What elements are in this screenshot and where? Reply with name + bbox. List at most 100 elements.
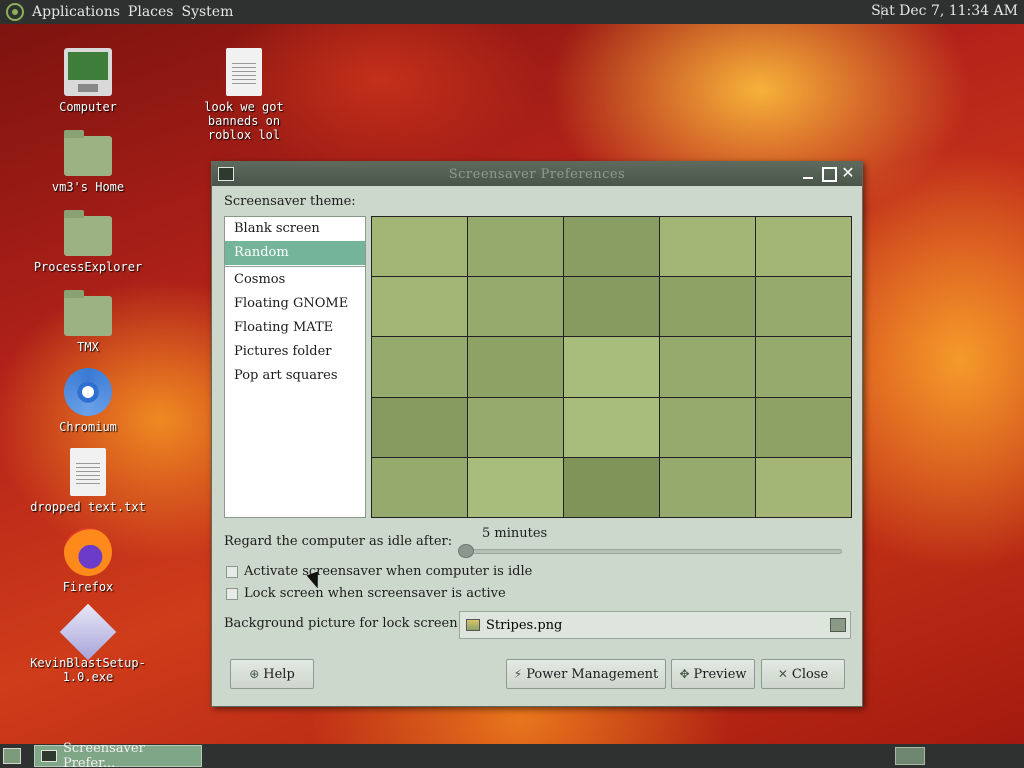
preview-square — [564, 277, 659, 337]
desktop-icon-tmx[interactable]: TMX — [18, 288, 158, 354]
power-management-button[interactable]: ⚡ Power Management — [506, 659, 666, 689]
preview-square — [564, 397, 659, 457]
preview-square — [756, 277, 851, 337]
lock-checkbox[interactable] — [226, 587, 238, 600]
lock-background-file-chooser[interactable]: Stripes.png — [459, 611, 851, 639]
desktop-icon-dropped-text[interactable]: dropped text.txt — [18, 448, 158, 514]
workspace-switcher[interactable] — [895, 747, 925, 765]
preview-button-label: Preview — [693, 666, 747, 682]
theme-list[interactable]: Blank screen Random Cosmos Floating GNOM… — [224, 216, 366, 518]
preview-square — [468, 457, 563, 517]
desktop-icon-chromium[interactable]: Chromium — [18, 368, 158, 434]
theme-item-floating-gnome[interactable]: Floating GNOME — [225, 292, 365, 316]
preview-square — [660, 217, 755, 277]
preview-square — [468, 337, 563, 397]
theme-item-pictures-folder[interactable]: Pictures folder — [225, 340, 365, 364]
desktop-icon-label: Computer — [59, 100, 117, 114]
help-button[interactable]: ⊕ Help — [230, 659, 314, 689]
desktop-icon-home[interactable]: vm3's Home — [18, 128, 158, 194]
lock-label[interactable]: Lock screen when screensaver is active — [244, 586, 506, 601]
theme-label: Screensaver theme: — [224, 194, 356, 209]
screensaver-preferences-dialog: Screensaver Preferences ✕ Screensaver th… — [211, 161, 863, 707]
desktop-icon-label: TMX — [77, 340, 99, 354]
preview-square — [756, 397, 851, 457]
preview-square — [372, 277, 467, 337]
power-management-label: Power Management — [526, 666, 659, 682]
desktop-icon-label: dropped text.txt — [30, 500, 146, 514]
desktop-icon-processexplorer[interactable]: ProcessExplorer — [18, 208, 158, 274]
minimize-button[interactable] — [800, 165, 816, 181]
bottom-panel: Screensaver Prefer... — [0, 741, 1024, 768]
desktop-icon-label: ProcessExplorer — [33, 260, 143, 274]
desktop-icon-label: vm3's Home — [51, 180, 125, 194]
mate-logo-icon[interactable] — [6, 3, 24, 21]
theme-preview — [371, 216, 852, 518]
taskbar-window-button[interactable]: Screensaver Prefer... — [34, 741, 202, 768]
preview-square — [468, 397, 563, 457]
idle-value: 5 minutes — [482, 526, 548, 541]
chromium-icon — [64, 368, 112, 416]
preview-square — [372, 217, 467, 277]
preview-square — [468, 277, 563, 337]
desktop-icon-label: Firefox — [62, 580, 114, 594]
theme-item-blank-screen[interactable]: Blank screen — [225, 217, 365, 241]
screensaver-app-icon — [41, 750, 57, 762]
activate-checkbox-row[interactable]: Activate screensaver when computer is id… — [226, 564, 532, 579]
text-file-icon — [70, 448, 106, 496]
preview-square — [660, 277, 755, 337]
idle-slider-track[interactable] — [462, 549, 842, 554]
dialog-title: Screensaver Preferences — [448, 166, 626, 182]
lock-checkbox-row[interactable]: Lock screen when screensaver is active — [226, 586, 506, 601]
top-panel: Applications Places System Sat Dec 7, 11… — [0, 0, 1024, 24]
preview-square — [468, 217, 563, 277]
desktop-icon-kevinblast[interactable]: KevinBlastSetup-1.0.exe — [18, 603, 158, 684]
preview-square — [372, 337, 467, 397]
theme-item-random[interactable]: Random — [225, 241, 365, 265]
preview-square — [660, 397, 755, 457]
home-folder-icon — [64, 130, 112, 176]
fullscreen-icon: ✥ — [679, 667, 690, 681]
activate-label[interactable]: Activate screensaver when computer is id… — [244, 564, 532, 579]
installer-icon — [59, 603, 117, 661]
preview-button[interactable]: ✥ Preview — [671, 659, 755, 689]
help-icon: ⊕ — [249, 667, 260, 681]
idle-slider-thumb[interactable] — [458, 544, 474, 558]
close-icon: ✕ — [777, 667, 788, 681]
lock-background-label: Background picture for lock screen: — [224, 616, 462, 631]
desktop-icon-firefox[interactable]: Firefox — [18, 528, 158, 594]
text-file-icon — [226, 48, 262, 96]
preview-square — [372, 457, 467, 517]
help-button-label: Help — [263, 666, 295, 682]
folder-icon — [64, 290, 112, 336]
menu-places[interactable]: Places — [124, 4, 178, 20]
maximize-button[interactable] — [820, 165, 837, 182]
idle-label: Regard the computer as idle after: — [224, 534, 453, 549]
open-folder-icon[interactable] — [830, 618, 846, 632]
preview-square — [756, 457, 851, 517]
preview-square — [660, 337, 755, 397]
folder-icon — [64, 210, 112, 256]
image-file-icon — [466, 619, 480, 631]
theme-divider — [225, 266, 365, 267]
menu-applications[interactable]: Applications — [28, 4, 124, 20]
theme-item-cosmos[interactable]: Cosmos — [225, 268, 365, 292]
desktop-icon-computer[interactable]: Computer — [18, 48, 158, 114]
activate-checkbox[interactable] — [226, 565, 238, 578]
show-desktop-icon[interactable] — [3, 748, 21, 764]
clock[interactable]: Sat Dec 7, 11:34 AM — [871, 3, 1018, 19]
power-icon: ⚡ — [513, 667, 523, 681]
theme-item-pop-art-squares[interactable]: Pop art squares — [225, 364, 365, 388]
preview-square — [564, 457, 659, 517]
preview-square — [372, 397, 467, 457]
firefox-icon — [64, 528, 112, 576]
menu-system[interactable]: System — [177, 4, 237, 20]
desktop-icon-label: Chromium — [59, 420, 117, 434]
theme-item-floating-mate[interactable]: Floating MATE — [225, 316, 365, 340]
preview-square — [756, 217, 851, 277]
dialog-titlebar[interactable]: Screensaver Preferences ✕ — [212, 162, 862, 186]
close-window-icon[interactable]: ✕ — [840, 165, 856, 181]
close-button[interactable]: ✕ Close — [761, 659, 845, 689]
desktop-icon-roblox-text[interactable]: look we got banneds on roblox lol — [174, 48, 314, 142]
taskbar-window-label: Screensaver Prefer... — [62, 741, 145, 768]
preview-square — [756, 337, 851, 397]
